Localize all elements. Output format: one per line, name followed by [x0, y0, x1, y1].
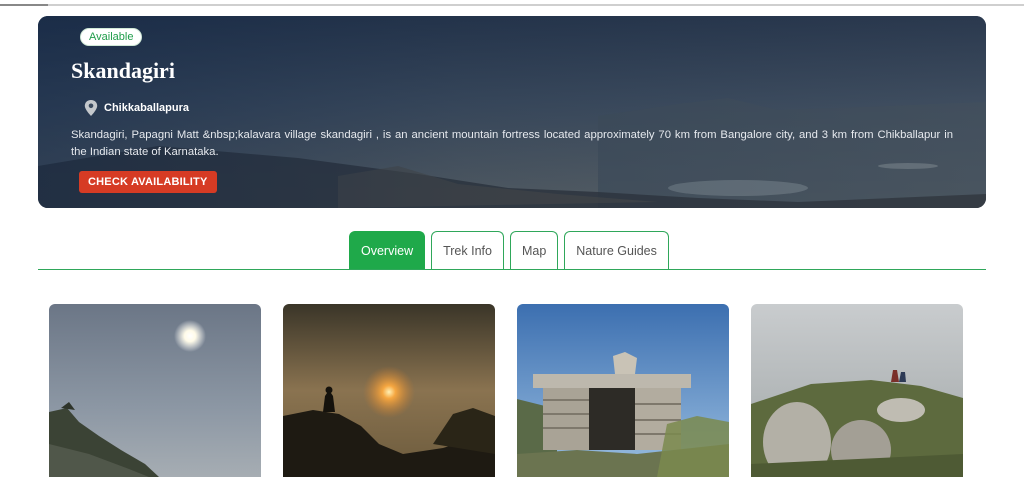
summit-photo-image: [751, 304, 963, 477]
gallery-photo-temple[interactable]: [517, 304, 729, 477]
tabs-divider: [38, 269, 986, 270]
check-availability-button[interactable]: CHECK AVAILABILITY: [79, 171, 217, 193]
sunrise-photo-image: [283, 304, 495, 477]
availability-badge: Available: [80, 28, 143, 46]
top-divider: [0, 4, 1024, 6]
tab-map[interactable]: Map: [509, 231, 559, 270]
gallery-photo-summit[interactable]: [751, 304, 963, 477]
trek-title: Skandagiri: [71, 58, 175, 83]
trek-tabs: Overview Trek Info Map Nature Guides: [349, 231, 669, 270]
trek-description: Skandagiri, Papagni Matt &nbsp;kalavara …: [71, 129, 953, 158]
trek-location: Chikkaballapura: [84, 100, 189, 116]
tab-nature-guides[interactable]: Nature Guides: [564, 231, 669, 270]
gallery-photo-sunrise[interactable]: [283, 304, 495, 477]
top-divider-accent: [0, 4, 48, 6]
trek-hero-banner: Available Skandagiri Chikkaballapura Ska…: [38, 16, 986, 208]
temple-photo-image: [517, 304, 729, 477]
tab-trek-info[interactable]: Trek Info: [431, 231, 504, 270]
tab-overview[interactable]: Overview: [349, 231, 426, 270]
location-label: Chikkaballapura: [104, 102, 189, 114]
map-pin-icon: [84, 100, 98, 116]
gallery-photo-moon[interactable]: [49, 304, 261, 477]
moon-photo-image: [49, 304, 261, 477]
